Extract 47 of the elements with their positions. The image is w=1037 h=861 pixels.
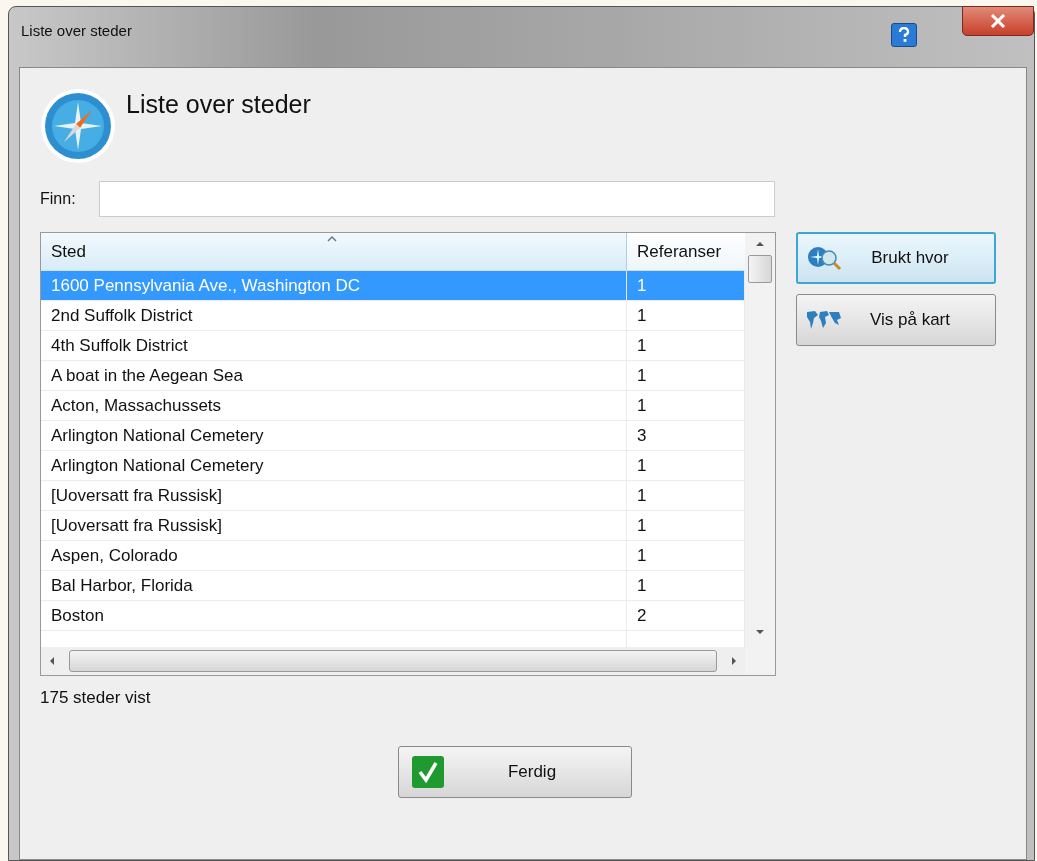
table-row[interactable]: [Uoversatt fra Russisk] 1 xyxy=(41,481,745,511)
dialog-heading: Liste over steder xyxy=(126,90,311,119)
close-icon xyxy=(990,14,1006,28)
table-row[interactable]: A boat in the Aegean Sea 1 xyxy=(41,361,745,391)
place-cell: 4th Suffolk District xyxy=(41,331,627,360)
place-cell: Arlington National Cemetery xyxy=(41,451,627,480)
place-cell: Acton, Massachussets xyxy=(41,391,627,420)
table-row[interactable]: Aspen, Colorado 1 xyxy=(41,541,745,571)
table-row[interactable]: 4th Suffolk District 1 xyxy=(41,331,745,361)
place-cell: 2nd Suffolk District xyxy=(41,301,627,330)
table-row[interactable]: Acton, Massachussets 1 xyxy=(41,391,745,421)
scrollbar-thumb[interactable] xyxy=(748,255,772,283)
scroll-left-icon[interactable] xyxy=(49,657,55,665)
table-row[interactable]: Arlington National Cemetery 3 xyxy=(41,421,745,451)
side-button[interactable]: Vis på kart xyxy=(796,294,996,346)
place-cell: Aspen, Colorado xyxy=(41,541,627,570)
place-cell: Bal Harbor, Florida xyxy=(41,571,627,600)
scroll-up-icon[interactable] xyxy=(756,241,764,247)
table-row[interactable]: Arlington National Cemetery 1 xyxy=(41,451,745,481)
checkmark-icon xyxy=(411,755,445,789)
help-button[interactable] xyxy=(891,23,917,47)
close-button[interactable] xyxy=(962,6,1034,36)
search-field[interactable] xyxy=(99,181,775,217)
compass-icon xyxy=(40,88,116,164)
table-row[interactable]: Boston 2 xyxy=(41,601,745,631)
vertical-scrollbar[interactable] xyxy=(745,233,775,675)
place-cell: 1600 Pennsylvania Ave., Washington DC xyxy=(41,271,627,300)
scrollbar-thumb[interactable] xyxy=(69,650,717,672)
horizontal-scrollbar[interactable] xyxy=(41,647,745,675)
question-mark-icon xyxy=(897,27,911,43)
scroll-right-icon[interactable] xyxy=(731,657,737,665)
table-row[interactable]: [Uoversatt fra Russisk] 1 xyxy=(41,511,745,541)
table-row[interactable]: Bal Harbor, Florida 1 xyxy=(41,571,745,601)
place-cell: [Uoversatt fra Russisk] xyxy=(41,511,627,540)
window-title: Liste over steder xyxy=(21,22,132,39)
side-button[interactable]: Brukt hvor xyxy=(796,232,996,284)
done-button[interactable]: Ferdig xyxy=(398,746,632,798)
status-text: 175 steder vist xyxy=(40,688,152,708)
scroll-down-icon[interactable] xyxy=(756,629,764,635)
search-label: Finn: xyxy=(40,190,77,208)
place-cell: Boston xyxy=(41,601,627,630)
column-header[interactable]: Sted xyxy=(41,233,627,271)
place-cell: A boat in the Aegean Sea xyxy=(41,361,627,390)
place-cell: [Uoversatt fra Russisk] xyxy=(41,481,627,510)
place-cell: Arlington National Cemetery xyxy=(41,421,627,450)
compass-magnifier-icon xyxy=(806,245,844,271)
table-row[interactable]: 2nd Suffolk District 1 xyxy=(41,301,745,331)
